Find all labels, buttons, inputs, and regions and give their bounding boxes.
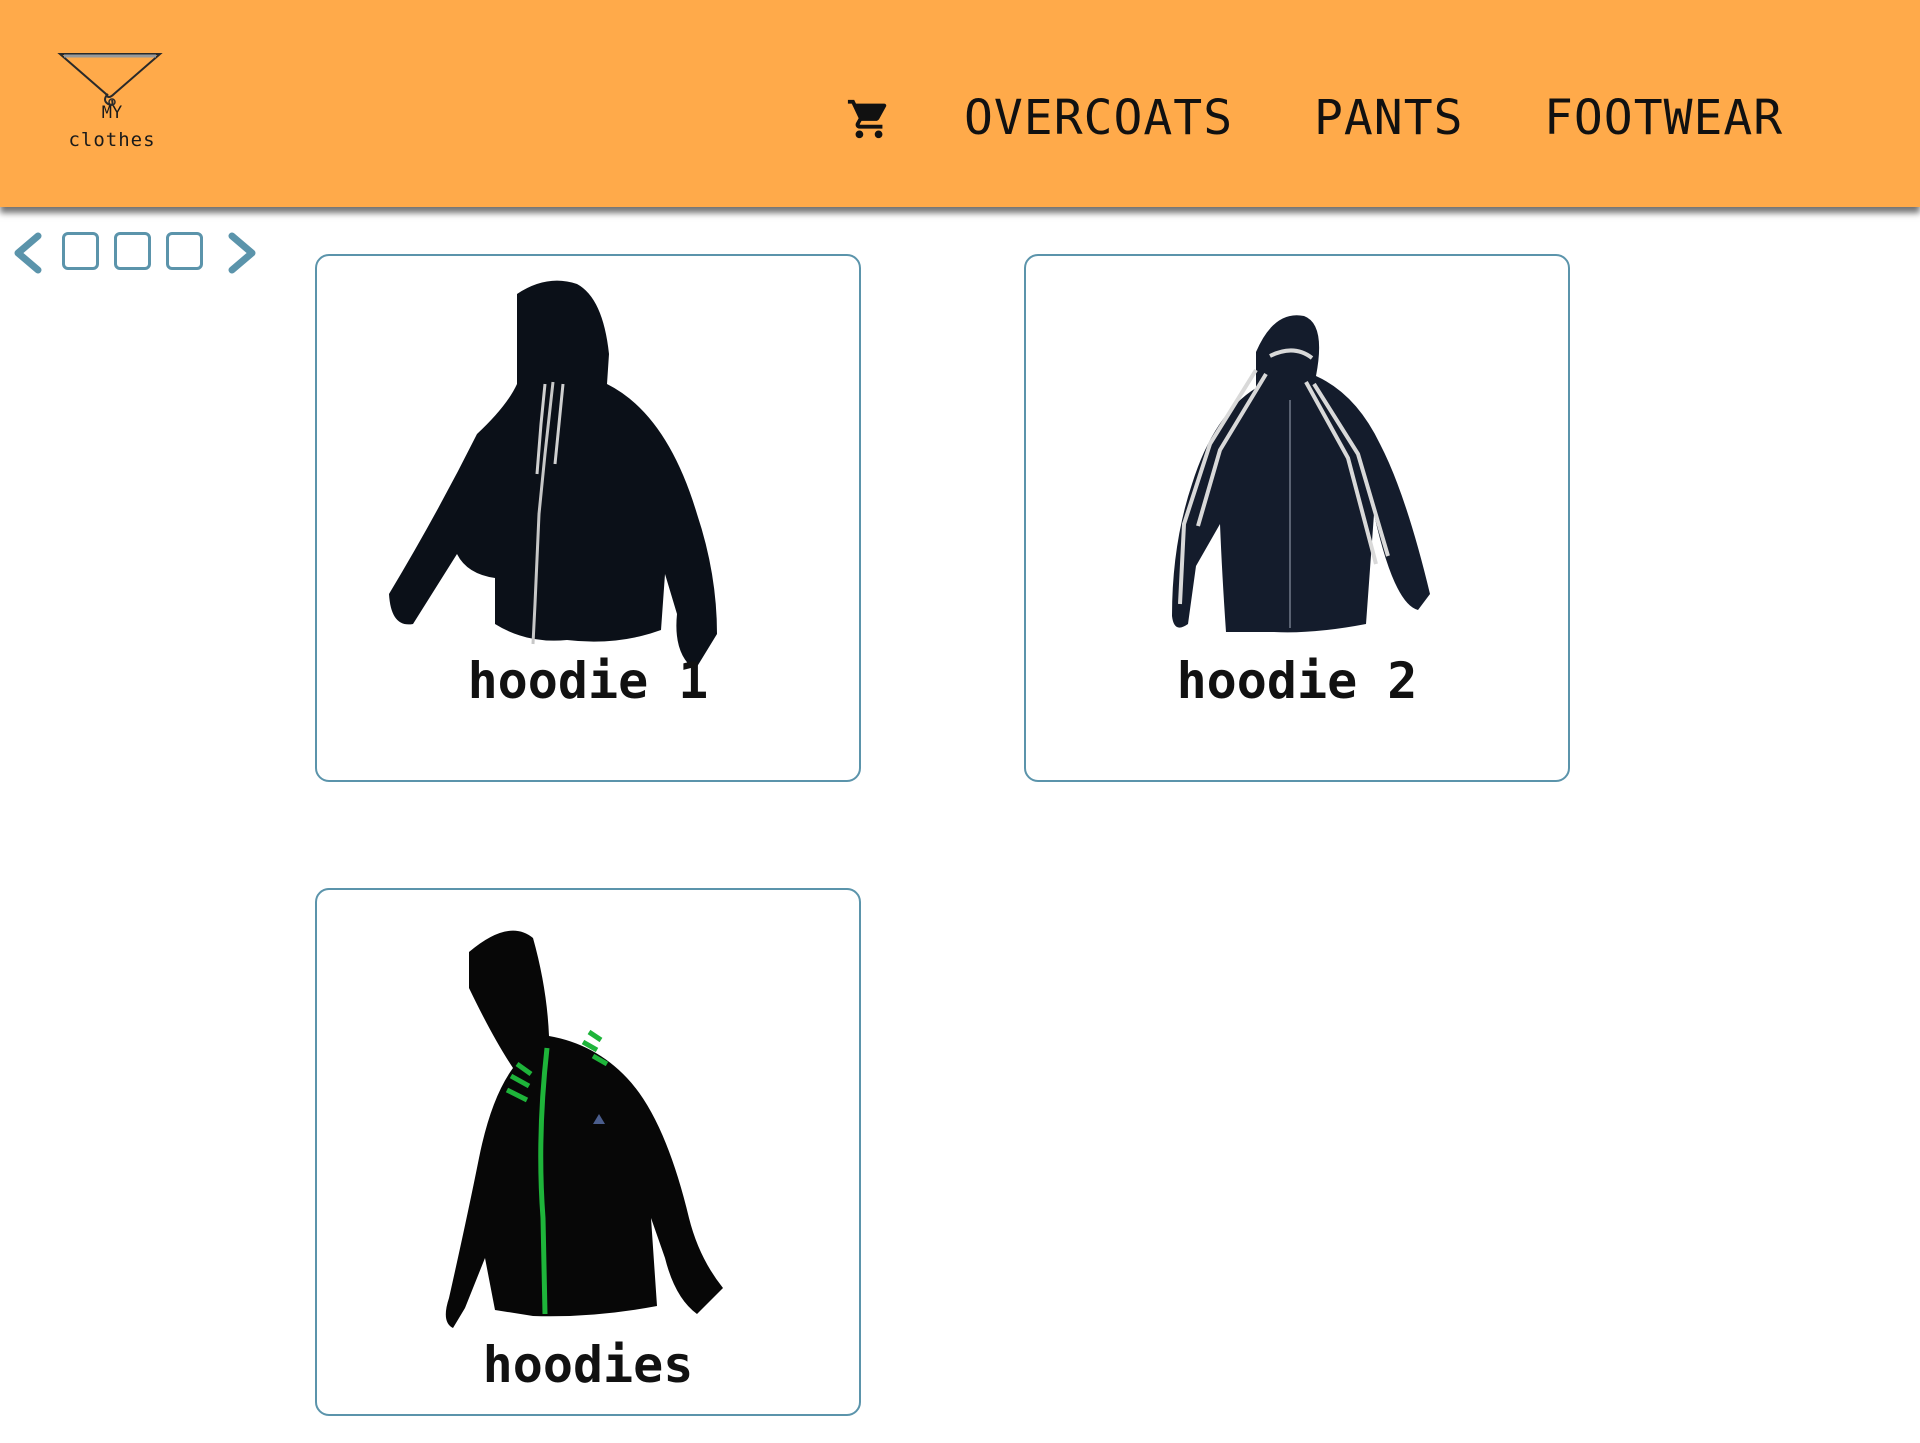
pager-page-3[interactable] bbox=[166, 232, 203, 270]
logo-text-my: MY bbox=[101, 103, 123, 123]
site-header: MY clothes OVERCOATS PANTS FOOTWEAR bbox=[0, 0, 1920, 207]
product-name: hoodies bbox=[482, 1336, 694, 1394]
site-logo[interactable]: MY clothes bbox=[52, 50, 172, 154]
black-hoodie-drawstring-icon bbox=[389, 280, 717, 670]
nav-link-overcoats[interactable]: OVERCOATS bbox=[964, 88, 1233, 148]
logo-text-clothes: clothes bbox=[68, 129, 156, 151]
product-name: hoodie 1 bbox=[467, 652, 709, 710]
navy-striped-track-jacket-icon bbox=[1172, 315, 1430, 633]
nav-link-pants[interactable]: PANTS bbox=[1314, 88, 1464, 148]
product-card[interactable]: hoodie 2 bbox=[1024, 254, 1570, 782]
pager-page-2[interactable] bbox=[114, 232, 151, 270]
pager-page-1[interactable] bbox=[62, 232, 99, 270]
product-card[interactable]: hoodie 1 bbox=[315, 254, 861, 782]
chevron-left-icon[interactable] bbox=[10, 232, 46, 274]
black-hoodie-green-zip-icon bbox=[445, 930, 723, 1328]
chevron-right-icon[interactable] bbox=[224, 232, 260, 274]
product-name: hoodie 2 bbox=[1176, 652, 1418, 710]
product-card[interactable]: hoodies bbox=[315, 888, 861, 1416]
hanger-logo-icon bbox=[57, 53, 163, 106]
nav-link-footwear[interactable]: FOOTWEAR bbox=[1544, 88, 1783, 148]
shopping-cart-icon[interactable] bbox=[846, 96, 892, 142]
